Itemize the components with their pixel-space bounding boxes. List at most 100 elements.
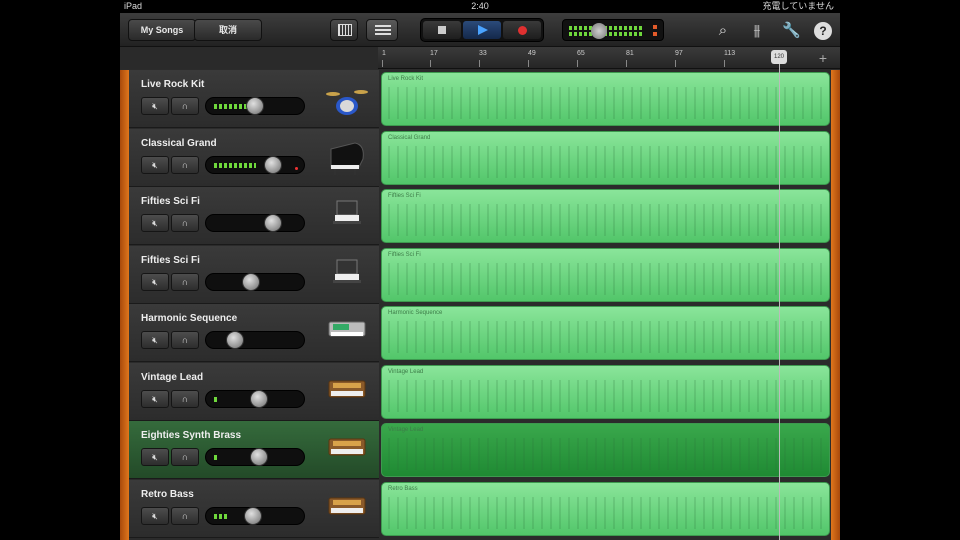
track-row[interactable]: Fifties Sci Fi 🔇︎ ∩ Fifties Sci Fi [129, 245, 831, 304]
track-volume-slider[interactable] [205, 448, 305, 466]
vintage-synth-icon[interactable] [325, 488, 369, 528]
volume-knob[interactable] [244, 506, 262, 525]
track-row[interactable]: Vintage Lead 🔇︎ ∩ Vintage Lead [129, 362, 831, 421]
grand-piano-icon[interactable] [325, 137, 369, 177]
keyboard-icon[interactable] [325, 312, 369, 352]
ruler-tick: 113 [724, 50, 736, 67]
track-row[interactable]: Classical Grand 🔇︎ ∩ Classical Grand [129, 128, 831, 187]
audio-region[interactable]: Fifties Sci Fi [381, 189, 830, 243]
tracks-view-button[interactable] [366, 19, 398, 41]
instrument-view-button[interactable] [330, 19, 358, 41]
region-label: Fifties Sci Fi [388, 251, 421, 258]
track-volume-slider[interactable] [205, 272, 305, 291]
solo-button[interactable]: ∩ [171, 506, 199, 525]
level-meter [214, 513, 227, 519]
solo-button[interactable]: ∩ [171, 155, 199, 174]
track-volume-slider[interactable] [205, 389, 305, 408]
track-name: Fifties Sci Fi [141, 254, 200, 266]
region-notes [388, 204, 823, 236]
mute-button[interactable]: 🔇︎ [141, 448, 169, 466]
master-volume-meter[interactable] [562, 19, 664, 41]
region-label: Live Rock Kit [388, 76, 424, 82]
volume-knob[interactable] [250, 448, 268, 466]
headphones-icon: ∩ [181, 452, 189, 462]
mute-button[interactable]: 🔇︎ [141, 272, 169, 291]
speaker-mute-icon: 🔇︎ [152, 159, 158, 170]
track-name: Eighties Synth Brass [141, 430, 242, 441]
track-row[interactable]: Eighties Synth Brass 🔇︎ ∩ Vintage Lead [129, 421, 831, 479]
headphones-icon: ∩ [181, 393, 189, 404]
clip-led [295, 166, 298, 170]
track-header[interactable]: Classical Grand 🔇︎ ∩ [129, 128, 379, 187]
track-header[interactable]: Eighties Synth Brass 🔇︎ ∩ [129, 421, 379, 479]
add-section-icon[interactable]: + [812, 49, 834, 67]
record-button[interactable] [503, 21, 541, 39]
track-volume-slider[interactable] [205, 506, 305, 525]
drum-kit-icon[interactable] [325, 78, 369, 118]
master-volume-knob[interactable] [591, 23, 607, 39]
volume-knob[interactable] [264, 214, 282, 232]
speaker-mute-icon: 🔇︎ [152, 510, 158, 521]
playhead-handle[interactable]: 120 [771, 50, 787, 64]
track-volume-slider[interactable] [205, 155, 305, 174]
volume-knob[interactable] [226, 331, 244, 349]
mute-button[interactable]: 🔇︎ [141, 214, 169, 232]
clip-led [653, 32, 657, 36]
song-settings-wrench-icon[interactable]: 🔧 [782, 22, 801, 40]
track-row[interactable]: Harmonic Sequence 🔇︎ ∩ Harmonic Sequence [129, 304, 831, 362]
synth-keyboard-icon[interactable] [325, 254, 369, 294]
vintage-synth-icon[interactable] [325, 371, 369, 411]
track-row[interactable]: Fifties Sci Fi 🔇︎ ∩ Fifties Sci Fi [129, 187, 831, 245]
audio-region[interactable]: Live Rock Kit [381, 72, 830, 126]
synth-keyboard-icon[interactable] [325, 195, 369, 235]
solo-button[interactable]: ∩ [171, 214, 199, 232]
mute-button[interactable]: 🔇︎ [141, 155, 169, 174]
record-icon [518, 26, 527, 35]
audio-region[interactable]: Vintage Lead [381, 364, 830, 419]
toolbar: My Songs 取消 ⌕ ⫵ 🔧 ? [120, 13, 840, 47]
track-header[interactable]: Fifties Sci Fi 🔇︎ ∩ [129, 245, 379, 304]
track-header[interactable]: Harmonic Sequence 🔇︎ ∩ [129, 304, 379, 362]
track-header[interactable]: Fifties Sci Fi 🔇︎ ∩ [129, 187, 379, 245]
audio-region[interactable]: Classical Grand [381, 130, 830, 185]
track-volume-slider[interactable] [205, 331, 305, 349]
track-row[interactable]: Retro Bass 🔇︎ ∩ Retro Bass [129, 479, 831, 538]
solo-button[interactable]: ∩ [171, 448, 199, 466]
vintage-synth-icon[interactable] [325, 429, 369, 469]
solo-button[interactable]: ∩ [171, 272, 199, 291]
audio-region[interactable]: Vintage Lead [381, 423, 830, 477]
undo-button[interactable]: 取消 [194, 19, 262, 41]
audio-region[interactable]: Fifties Sci Fi [381, 247, 830, 302]
mute-button[interactable]: 🔇︎ [141, 506, 169, 525]
track-row[interactable]: Live Rock Kit 🔇︎ ∩ Live Rock Kit [129, 70, 831, 128]
mute-button[interactable]: 🔇︎ [141, 331, 169, 349]
headphones-icon: ∩ [181, 218, 189, 228]
my-songs-button[interactable]: My Songs [128, 19, 196, 41]
volume-knob[interactable] [250, 389, 268, 408]
track-header[interactable]: Vintage Lead 🔇︎ ∩ [129, 362, 379, 421]
audio-region[interactable]: Harmonic Sequence [381, 306, 830, 360]
volume-knob[interactable] [264, 155, 282, 174]
go-to-start-button[interactable] [423, 21, 461, 39]
speaker-mute-icon: 🔇︎ [152, 335, 158, 345]
track-volume-slider[interactable] [205, 97, 305, 115]
region-notes [388, 438, 823, 470]
region-label: Retro Bass [388, 485, 418, 492]
volume-knob[interactable] [246, 97, 264, 115]
loop-browser-icon[interactable]: ⌕ [714, 22, 732, 40]
solo-button[interactable]: ∩ [171, 331, 199, 349]
track-header[interactable]: Retro Bass 🔇︎ ∩ [129, 479, 379, 538]
mixer-icon[interactable]: ⫵ [748, 22, 766, 40]
volume-knob[interactable] [242, 272, 260, 291]
audio-region[interactable]: Retro Bass [381, 481, 830, 536]
mute-button[interactable]: 🔇︎ [141, 389, 169, 408]
solo-button[interactable]: ∩ [171, 97, 199, 115]
track-header[interactable]: Live Rock Kit 🔇︎ ∩ [129, 70, 379, 128]
help-icon[interactable]: ? [814, 22, 832, 40]
track-volume-slider[interactable] [205, 214, 305, 232]
track-name: Vintage Lead [141, 371, 204, 383]
solo-button[interactable]: ∩ [171, 389, 199, 408]
region-label: Vintage Lead [388, 368, 424, 375]
play-button[interactable] [463, 21, 501, 39]
mute-button[interactable]: 🔇︎ [141, 97, 169, 115]
